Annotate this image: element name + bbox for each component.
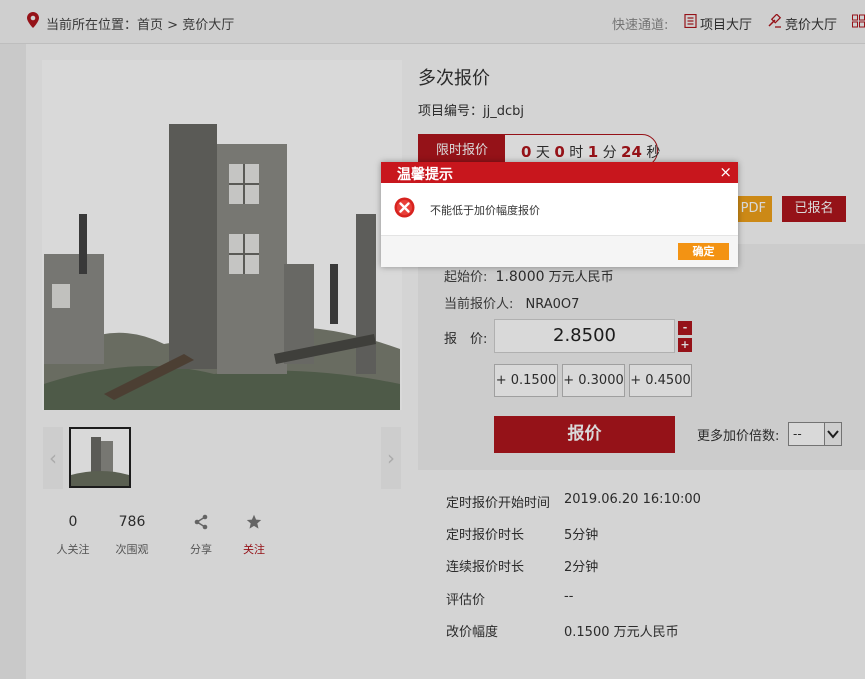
error-icon — [394, 197, 415, 218]
dialog-title: 温馨提示 — [397, 167, 453, 183]
close-icon[interactable]: × — [719, 163, 732, 181]
confirm-button[interactable]: 确定 — [678, 243, 729, 260]
modal-overlay[interactable] — [0, 0, 865, 679]
alert-dialog: 温馨提示 × 不能低于加价幅度报价 确定 — [381, 162, 738, 267]
dialog-footer: 确定 — [381, 235, 738, 267]
dialog-header: 温馨提示 × — [381, 162, 738, 183]
dialog-message: 不能低于加价幅度报价 — [430, 204, 540, 217]
